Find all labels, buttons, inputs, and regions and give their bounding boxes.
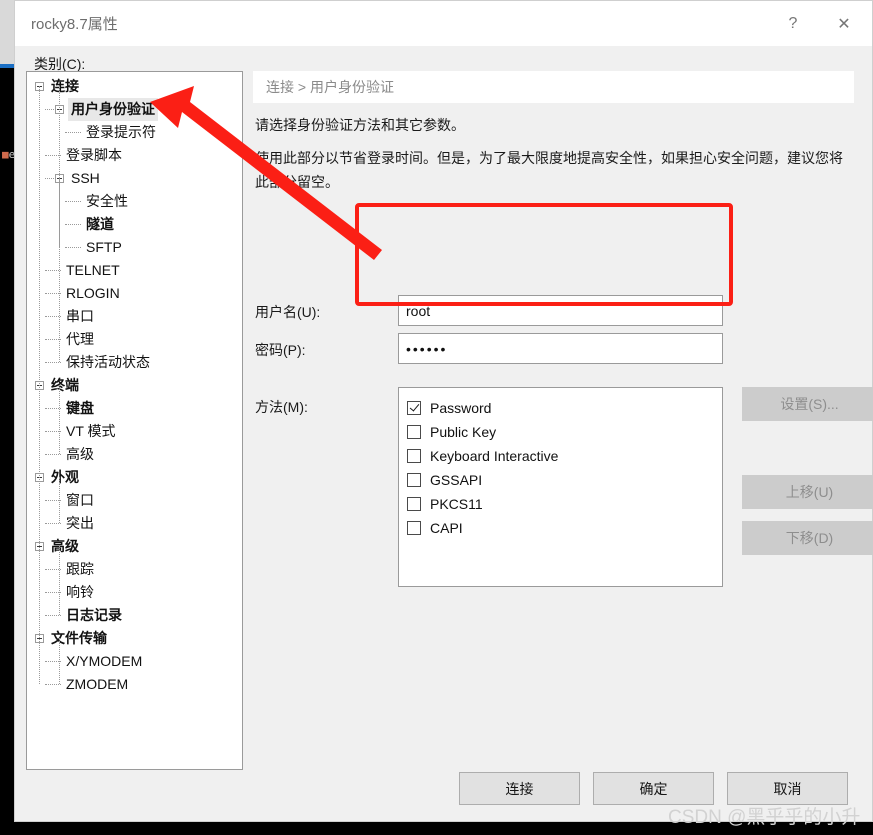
method-row[interactable]: PKCS11 bbox=[399, 492, 722, 516]
password-input[interactable] bbox=[398, 333, 723, 364]
sidebar-item-label: ZMODEM bbox=[66, 676, 129, 692]
sidebar-item-label: RLOGIN bbox=[66, 285, 120, 301]
sidebar-item-label: 登录提示符 bbox=[86, 124, 156, 140]
sidebar-item-label: 高级 bbox=[51, 538, 79, 554]
close-icon[interactable]: ✕ bbox=[816, 1, 872, 46]
move-up-button[interactable]: 上移(U) bbox=[742, 475, 873, 509]
tree-connector bbox=[65, 132, 81, 133]
help-icon[interactable]: ? bbox=[770, 1, 816, 46]
sidebar-item-label: 跟踪 bbox=[66, 561, 94, 577]
method-row[interactable]: Keyboard Interactive bbox=[399, 444, 722, 468]
settings-button[interactable]: 设置(S)... bbox=[742, 387, 873, 421]
password-label: 密码(P): bbox=[255, 342, 306, 358]
sidebar-item-label: SFTP bbox=[86, 239, 122, 255]
username-input[interactable] bbox=[398, 295, 723, 326]
tree-connector bbox=[45, 454, 61, 455]
method-row[interactable]: Public Key bbox=[399, 420, 722, 444]
category-tree-list: 连接用户身份验证登录提示符登录脚本 SSH 安全性隧道 SFTP TELNET RLOGI… bbox=[27, 72, 242, 696]
tree-connector bbox=[45, 362, 61, 363]
tree-connector bbox=[45, 109, 54, 110]
checkbox-icon[interactable] bbox=[407, 401, 421, 415]
tree-connector bbox=[45, 523, 61, 524]
settings-pane: 连接 > 用户身份验证 请选择身份验证方法和其它参数。 使用此部分以节省登录时间… bbox=[253, 71, 873, 821]
method-row[interactable]: Password bbox=[399, 396, 722, 420]
tree-connector bbox=[65, 247, 81, 248]
method-row[interactable]: GSSAPI bbox=[399, 468, 722, 492]
tree-guide-line bbox=[59, 86, 60, 362]
sidebar-item-label: 键盘 bbox=[66, 400, 94, 416]
dialog-titlebar: rocky8.7属性 ? ✕ bbox=[15, 1, 872, 46]
method-row[interactable]: CAPI bbox=[399, 516, 722, 540]
tree-connector bbox=[45, 178, 54, 179]
methods-list[interactable]: Password Public Key Keyboard Interactive GS… bbox=[398, 387, 723, 587]
connect-button[interactable]: 连接 bbox=[459, 772, 580, 805]
sidebar-item-label: 登录脚本 bbox=[66, 147, 122, 163]
sidebar-item-label: 保持活动状态 bbox=[66, 354, 150, 370]
method-label: CAPI bbox=[430, 520, 463, 536]
sidebar-item-label: TELNET bbox=[66, 262, 120, 278]
sidebar-item-label: 代理 bbox=[66, 331, 94, 347]
sidebar-item-label: SSH bbox=[71, 170, 100, 186]
sidebar-item-label: 文件传输 bbox=[51, 630, 107, 646]
tree-guide-line bbox=[59, 638, 60, 684]
sidebar-item-label: 用户身份验证 bbox=[68, 98, 158, 121]
username-label: 用户名(U): bbox=[255, 304, 321, 320]
method-label: Public Key bbox=[430, 424, 497, 440]
sidebar-item-label: 外观 bbox=[51, 469, 79, 485]
ok-button[interactable]: 确定 bbox=[593, 772, 714, 805]
checkbox-icon[interactable] bbox=[407, 425, 421, 439]
sidebar-item-label: VT 模式 bbox=[66, 423, 116, 439]
dialog-title: rocky8.7属性 bbox=[31, 16, 118, 33]
checkbox-icon[interactable] bbox=[407, 521, 421, 535]
checkbox-icon[interactable] bbox=[407, 473, 421, 487]
checkbox-icon[interactable] bbox=[407, 449, 421, 463]
sidebar-item-label: 窗口 bbox=[66, 492, 94, 508]
tree-connector bbox=[65, 201, 81, 202]
sidebar-item-label: X/YMODEM bbox=[66, 653, 143, 669]
window-controls: ? ✕ bbox=[770, 1, 872, 46]
sidebar-item-label: 日志记录 bbox=[66, 607, 122, 623]
tree-connector bbox=[45, 615, 61, 616]
method-label: Password bbox=[430, 400, 492, 416]
sidebar-item-label: 安全性 bbox=[86, 193, 128, 209]
breadcrumb: 连接 > 用户身份验证 bbox=[253, 71, 854, 103]
method-label: GSSAPI bbox=[430, 472, 483, 488]
methods-label: 方法(M): bbox=[255, 399, 308, 415]
sidebar-item-label: 高级 bbox=[66, 446, 94, 462]
tree-guide-line bbox=[59, 385, 60, 454]
sidebar-item-label: 连接 bbox=[51, 78, 79, 94]
move-down-button[interactable]: 下移(D) bbox=[742, 521, 873, 555]
dialog-body: 类别(C): 连接 用户身份验证 登录提示符 登录脚本 SSH 安全性 隧道 SFTP TELN… bbox=[15, 46, 873, 821]
sidebar-item-label: 响铃 bbox=[66, 584, 94, 600]
sidebar-item-label: 终端 bbox=[51, 377, 79, 393]
category-tree[interactable]: 连接用户身份验证登录提示符登录脚本 SSH 安全性隧道 SFTP TELNET RLOGI… bbox=[26, 71, 243, 770]
properties-dialog: rocky8.7属性 ? ✕ 类别(C): 连接 用户身份验证 登录提示符 登录脚本 S… bbox=[14, 0, 873, 822]
sidebar-item-label: 串口 bbox=[66, 308, 94, 324]
sidebar-item-label: 突出 bbox=[66, 515, 94, 531]
cancel-button[interactable]: 取消 bbox=[727, 772, 848, 805]
dialog-footer: 连接 确定 取消 bbox=[15, 761, 873, 821]
method-label: PKCS11 bbox=[430, 496, 483, 512]
description-secondary: 使用此部分以节省登录时间。但是，为了最大限度地提高安全性，如果担心安全问题，建议… bbox=[255, 150, 843, 190]
tree-guide-line bbox=[59, 546, 60, 615]
tree-connector bbox=[65, 224, 81, 225]
tree-guide-line bbox=[39, 86, 40, 684]
tree-connector bbox=[45, 684, 61, 685]
sidebar-item-label: 隧道 bbox=[86, 216, 114, 232]
tree-guide-line bbox=[59, 477, 60, 523]
checkbox-icon[interactable] bbox=[407, 497, 421, 511]
description-primary: 请选择身份验证方法和其它参数。 bbox=[255, 117, 465, 133]
method-label: Keyboard Interactive bbox=[430, 448, 559, 464]
